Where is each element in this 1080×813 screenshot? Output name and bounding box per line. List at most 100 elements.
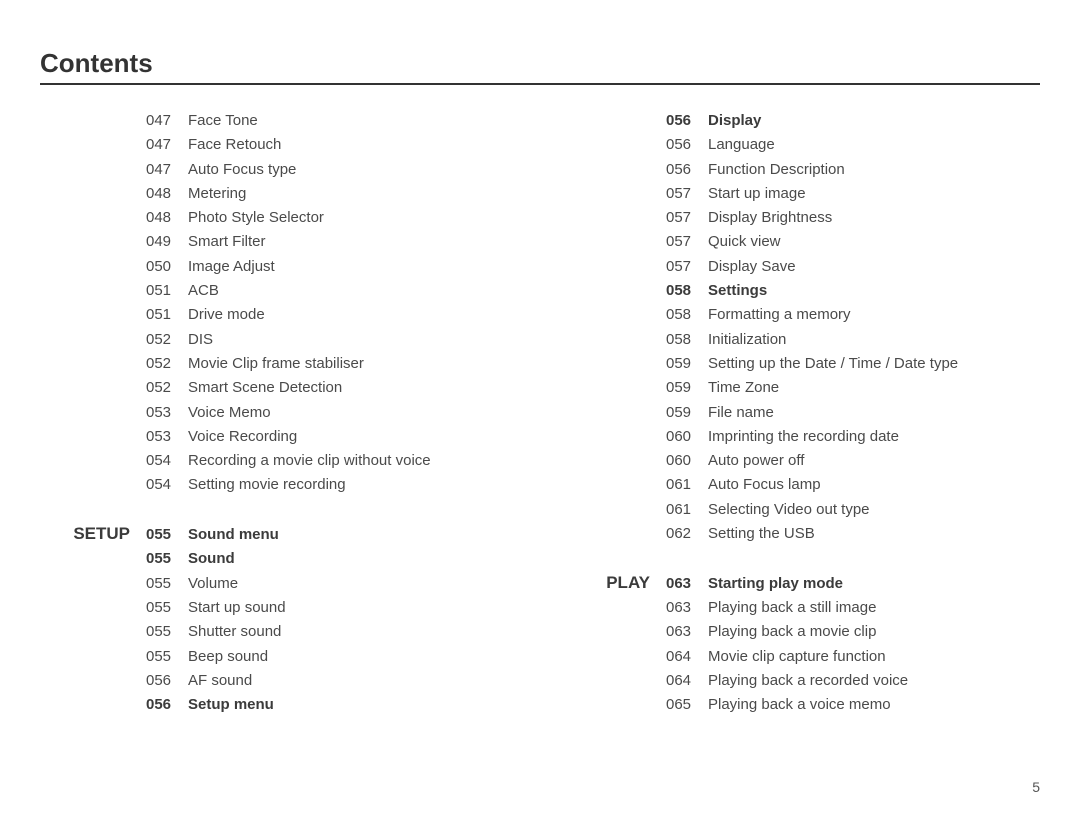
toc-row: 057Display Brightness (560, 206, 1040, 230)
toc-row: 049Smart Filter (40, 230, 520, 254)
toc-page-number: 058 (666, 328, 708, 352)
toc-page-number: 062 (666, 522, 708, 546)
page-title: Contents (40, 48, 1040, 85)
toc-row: 056AF sound (40, 669, 520, 693)
toc-row: 054Setting movie recording (40, 473, 520, 497)
toc-row: 056Display (560, 109, 1040, 133)
toc-page-number: 057 (666, 182, 708, 206)
toc-page-number: 048 (146, 206, 188, 230)
toc-label: Auto Focus lamp (708, 473, 1040, 497)
toc-label: Setting movie recording (188, 473, 520, 497)
toc-label: File name (708, 401, 1040, 425)
toc-row: 062Setting the USB (560, 522, 1040, 546)
toc-label: Voice Recording (188, 425, 520, 449)
toc-row: 061Auto Focus lamp (560, 473, 1040, 497)
toc-page-number: 060 (666, 449, 708, 473)
toc-label: Display Brightness (708, 206, 1040, 230)
toc-label: Setup menu (188, 693, 520, 717)
toc-row: 052DIS (40, 328, 520, 352)
toc-page-number: 056 (146, 669, 188, 693)
toc-row: 063Playing back a still image (560, 596, 1040, 620)
toc-page-number: 047 (146, 133, 188, 157)
toc-label: Formatting a memory (708, 303, 1040, 327)
toc-label: Quick view (708, 230, 1040, 254)
toc-label: Selecting Video out type (708, 498, 1040, 522)
toc-page-number: 047 (146, 158, 188, 182)
toc-label: Volume (188, 572, 520, 596)
toc-page-number: 056 (146, 693, 188, 717)
toc-row: 051Drive mode (40, 303, 520, 327)
toc-row: 057Display Save (560, 255, 1040, 279)
toc-page-number: 063 (666, 596, 708, 620)
toc-page-number: 057 (666, 230, 708, 254)
toc-label: Smart Filter (188, 230, 520, 254)
toc-page-number: 054 (146, 449, 188, 473)
toc-page-number: 055 (146, 547, 188, 571)
toc-spacer (40, 498, 520, 522)
toc-page-number: 058 (666, 303, 708, 327)
toc-page-number: 063 (666, 572, 708, 596)
section-label: PLAY (560, 571, 666, 595)
toc-label: Face Retouch (188, 133, 520, 157)
toc-label: Playing back a movie clip (708, 620, 1040, 644)
toc-label: Metering (188, 182, 520, 206)
toc-row: 048Photo Style Selector (40, 206, 520, 230)
toc-row: 058Settings (560, 279, 1040, 303)
toc-page-number: 051 (146, 303, 188, 327)
toc-page-number: 054 (146, 473, 188, 497)
toc-page-number: 060 (666, 425, 708, 449)
toc-row: 055Beep sound (40, 645, 520, 669)
toc-label: Drive mode (188, 303, 520, 327)
toc-row: 057Start up image (560, 182, 1040, 206)
toc-label: Language (708, 133, 1040, 157)
toc-label: Recording a movie clip without voice (188, 449, 520, 473)
toc-label: Display Save (708, 255, 1040, 279)
toc-spacer (560, 546, 1040, 570)
toc-page-number: 055 (146, 572, 188, 596)
toc-page-number: 056 (666, 133, 708, 157)
toc-page-number: 052 (146, 376, 188, 400)
toc-label: Auto power off (708, 449, 1040, 473)
toc-label: ACB (188, 279, 520, 303)
toc-page-number: 047 (146, 109, 188, 133)
toc-label: Starting play mode (708, 572, 1040, 596)
toc-label: Initialization (708, 328, 1040, 352)
page-number: 5 (1032, 779, 1040, 795)
toc-column-right: 056Display056Language056Function Descrip… (560, 109, 1040, 717)
toc-page-number: 049 (146, 230, 188, 254)
toc-label: Start up sound (188, 596, 520, 620)
toc-row: 057Quick view (560, 230, 1040, 254)
toc-row: 050Image Adjust (40, 255, 520, 279)
toc-page-number: 050 (146, 255, 188, 279)
toc-label: Voice Memo (188, 401, 520, 425)
toc-row: 064Playing back a recorded voice (560, 669, 1040, 693)
toc-row: SETUP055Sound menu (40, 522, 520, 547)
toc-label: Time Zone (708, 376, 1040, 400)
toc-row: 054Recording a movie clip without voice (40, 449, 520, 473)
toc-row: 060Auto power off (560, 449, 1040, 473)
toc-label: Settings (708, 279, 1040, 303)
toc-page-number: 055 (146, 645, 188, 669)
toc-page-number: 064 (666, 669, 708, 693)
toc-label: Beep sound (188, 645, 520, 669)
toc-row: 059Time Zone (560, 376, 1040, 400)
toc-label: Imprinting the recording date (708, 425, 1040, 449)
toc-page-number: 053 (146, 401, 188, 425)
toc-row: 065Playing back a voice memo (560, 693, 1040, 717)
toc-column-left: 047Face Tone047Face Retouch047Auto Focus… (40, 109, 520, 717)
toc-columns: 047Face Tone047Face Retouch047Auto Focus… (40, 109, 1040, 717)
toc-label: Playing back a recorded voice (708, 669, 1040, 693)
toc-page-number: 063 (666, 620, 708, 644)
toc-row: 048Metering (40, 182, 520, 206)
toc-label: Smart Scene Detection (188, 376, 520, 400)
toc-page-number: 053 (146, 425, 188, 449)
toc-page-number: 061 (666, 498, 708, 522)
toc-row: 053Voice Recording (40, 425, 520, 449)
page: Contents 047Face Tone047Face Retouch047A… (0, 0, 1080, 813)
toc-label: Movie clip capture function (708, 645, 1040, 669)
toc-label: Setting up the Date / Time / Date type (708, 352, 1040, 376)
toc-label: Playing back a still image (708, 596, 1040, 620)
toc-label: DIS (188, 328, 520, 352)
toc-label: AF sound (188, 669, 520, 693)
toc-label: Shutter sound (188, 620, 520, 644)
